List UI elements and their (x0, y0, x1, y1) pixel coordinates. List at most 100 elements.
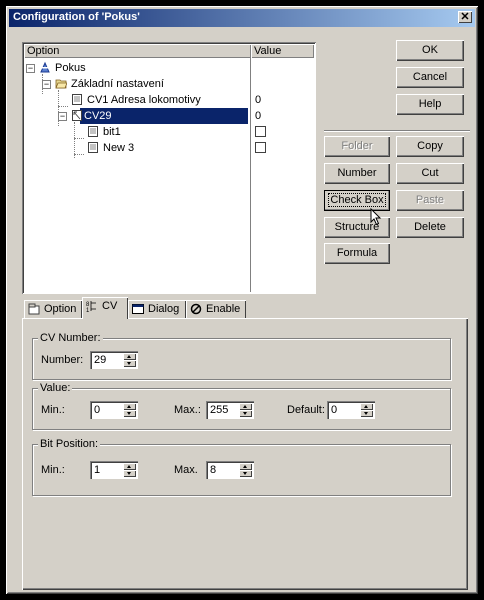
spin-up-icon[interactable] (360, 403, 373, 410)
tree-label: New 3 (103, 142, 135, 154)
number-item-icon (88, 126, 98, 137)
column-header-option[interactable]: Option (24, 44, 251, 58)
help-button[interactable]: Help (396, 94, 464, 115)
spinner-value: 0 (94, 404, 101, 416)
spinner-buttons (360, 403, 373, 417)
spinner-buttons (123, 463, 136, 477)
tree-value: 0 (255, 94, 262, 106)
mouse-pointer-icon (370, 208, 382, 226)
tree-value-checkbox[interactable] (255, 142, 266, 153)
separator (324, 130, 470, 132)
root-icon (40, 61, 50, 73)
svg-text:1: 1 (86, 308, 90, 312)
delete-button[interactable]: Delete (396, 217, 464, 238)
cv-number-group: CV Number: Number: 29 (32, 332, 451, 380)
tree-row-cv29[interactable]: − CV29 0 (22, 108, 312, 124)
number-item-icon (72, 94, 82, 105)
spin-up-icon[interactable] (239, 463, 252, 470)
dialog-icon (132, 304, 144, 314)
cv-icon: 8 1 (86, 301, 96, 312)
number-button[interactable]: Number (324, 163, 390, 184)
bit-max-spinner[interactable]: 8 (206, 461, 254, 479)
tree-row-bit1[interactable]: bit1 (22, 124, 312, 140)
tab-option[interactable]: Option (24, 300, 82, 318)
min-label: Min.: (41, 464, 65, 476)
cancel-button[interactable]: Cancel (396, 67, 464, 88)
tree-row-new-3[interactable]: New 3 (22, 140, 312, 156)
folder-open-icon (55, 79, 67, 89)
tab-label: CV (102, 300, 118, 312)
max-label: Max. (174, 464, 198, 476)
bit-min-spinner[interactable]: 1 (90, 461, 138, 479)
tree-row-cv1[interactable]: CV1 Adresa lokomotivy 0 (22, 92, 312, 108)
group-title: CV Number: (38, 332, 103, 344)
tab-cv[interactable]: 8 1 CV (82, 297, 128, 319)
group-title: Value: (38, 382, 73, 394)
spin-up-icon[interactable] (123, 463, 136, 470)
title-bar[interactable]: Configuration of 'Pokus' ✕ (9, 9, 475, 27)
spinner-value: 255 (210, 404, 229, 416)
option-icon (28, 303, 40, 315)
spinner-value: 0 (331, 404, 338, 416)
default-label: Default: (287, 404, 325, 416)
spinner-value: 1 (94, 464, 101, 476)
value-default-spinner[interactable]: 0 (327, 401, 375, 419)
bit-position-group: Bit Position: Min.: 1 Max. 8 (32, 438, 451, 496)
number-item-icon (88, 142, 98, 153)
min-label: Min.: (41, 404, 65, 416)
window-title: Configuration of 'Pokus' (13, 11, 140, 23)
tree-value-checkbox[interactable] (255, 126, 266, 137)
enable-icon (190, 303, 202, 315)
spin-up-icon[interactable] (239, 403, 252, 410)
spinner-buttons (123, 353, 136, 367)
spinner-buttons (239, 463, 252, 477)
tree-label: Pokus (55, 62, 86, 74)
value-max-spinner[interactable]: 255 (206, 401, 254, 419)
tab-enable[interactable]: Enable (186, 300, 246, 318)
spin-down-icon[interactable] (123, 410, 136, 417)
configuration-dialog: Configuration of 'Pokus' ✕ Option Value … (6, 6, 478, 594)
tab-label: Enable (206, 303, 241, 315)
ok-button[interactable]: OK (396, 40, 464, 61)
copy-button[interactable]: Copy (396, 136, 464, 157)
tab-dialog[interactable]: Dialog (128, 300, 186, 318)
collapse-icon[interactable]: − (58, 112, 67, 121)
spinner-buttons (123, 403, 136, 417)
close-button[interactable]: ✕ (458, 11, 472, 23)
check-box-button-label: Check Box (328, 193, 386, 207)
tree-row-zakladni-nastaveni[interactable]: − Základní nastavení (22, 76, 312, 92)
folder-button[interactable]: Folder (324, 136, 390, 157)
tab-label: Option (44, 303, 77, 315)
tab-label: Dialog (148, 303, 180, 315)
tree-row-pokus[interactable]: − Pokus (22, 60, 312, 76)
value-min-spinner[interactable]: 0 (90, 401, 138, 419)
formula-button[interactable]: Formula (324, 243, 390, 264)
tree-label: CV1 Adresa lokomotivy (87, 94, 201, 106)
value-group: Value: Min.: 0 Max.: 255 Default: 0 (32, 382, 451, 430)
tree-value: 0 (255, 110, 262, 122)
tree-label: CV29 (84, 110, 112, 122)
number-label: Number: (41, 354, 84, 366)
spinner-value: 8 (210, 464, 217, 476)
paste-button[interactable]: Paste (396, 190, 464, 211)
collapse-icon[interactable]: − (26, 64, 35, 73)
tree-label: bit1 (103, 126, 121, 138)
max-label: Max.: (174, 404, 201, 416)
spin-down-icon[interactable] (239, 470, 252, 477)
spin-up-icon[interactable] (123, 403, 136, 410)
spin-down-icon[interactable] (239, 410, 252, 417)
column-header-value[interactable]: Value (251, 44, 314, 58)
group-title: Bit Position: (38, 438, 101, 450)
cut-button[interactable]: Cut (396, 163, 464, 184)
spin-down-icon[interactable] (123, 470, 136, 477)
spin-down-icon[interactable] (360, 410, 373, 417)
spin-down-icon[interactable] (123, 360, 136, 367)
structure-item-icon (72, 110, 82, 121)
spin-up-icon[interactable] (123, 353, 136, 360)
collapse-icon[interactable]: − (42, 80, 51, 89)
cv-number-spinner[interactable]: 29 (90, 351, 138, 369)
spinner-value: 29 (94, 354, 107, 366)
tree-label: Základní nastavení (71, 78, 164, 90)
cv-tab-pane: CV Number: Number: 29 Value: Min.: 0 Max… (22, 318, 468, 590)
option-tree[interactable]: Option Value − Pokus − Základní nastaven (22, 42, 316, 294)
